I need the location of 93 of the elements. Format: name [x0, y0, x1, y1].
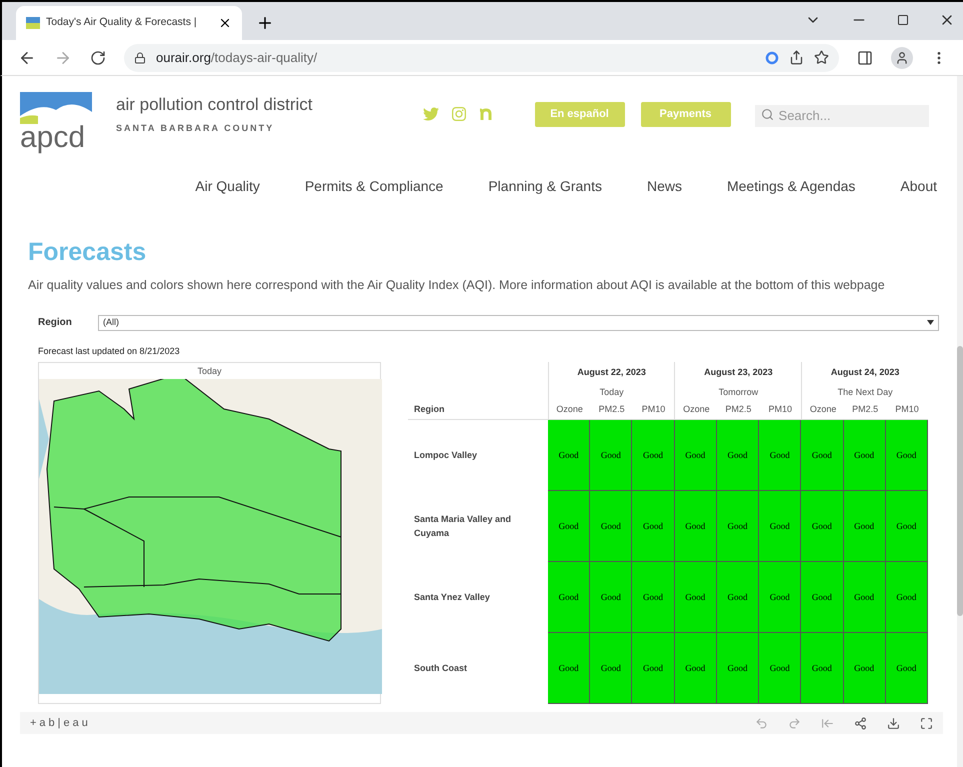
forecast-cell: Good	[590, 420, 632, 492]
org-subtitle: SANTA BARBARA COUNTY	[116, 122, 276, 134]
forecast-cell: Good	[801, 562, 844, 634]
logo-text: apcd	[20, 122, 86, 154]
day-label: The Next Day	[838, 386, 893, 399]
pollutant-header: PM2.5	[598, 403, 626, 416]
star-icon[interactable]	[814, 50, 829, 65]
download-icon[interactable]	[887, 716, 900, 730]
forecast-cell: Good	[632, 491, 675, 562]
forecast-cell: Good	[844, 562, 886, 634]
fullscreen-icon[interactable]	[920, 716, 933, 730]
tableau-logo[interactable]: +ab|eau	[30, 715, 91, 732]
forecast-cell: Good	[674, 491, 717, 562]
nav-link[interactable]: Permits & Compliance	[304, 176, 444, 196]
forecast-cell: Good	[844, 420, 886, 492]
region-name: Santa Ynez Valley	[413, 591, 491, 604]
forecast-cell: Good	[548, 491, 590, 562]
region-name: South Coast	[413, 662, 468, 675]
address-bar[interactable]: ourair.org/todays-air-quality/	[124, 44, 839, 72]
forecast-cell: Good	[590, 633, 632, 704]
forecast-cell: Good	[716, 633, 760, 704]
dropdown-caret-icon	[927, 320, 934, 326]
forecast-cell: Good	[590, 562, 632, 634]
forecast-cell: Good	[716, 420, 760, 492]
search-field[interactable]: Search...	[754, 104, 929, 126]
nav-link[interactable]: Air Quality	[195, 176, 260, 196]
day-label: Tomorrow	[718, 386, 758, 399]
date-header: August 24, 2023	[830, 366, 900, 380]
forecast-cell: Good	[590, 491, 632, 562]
url-text: ourair.org/todays-air-quality/	[156, 48, 318, 67]
region-name: Santa Maria Valley and Cuyama	[413, 513, 512, 540]
page-heading: Forecasts	[28, 237, 148, 268]
forecast-cell: Good	[844, 491, 886, 562]
pollutant-header: PM10	[640, 403, 666, 416]
forecast-cell: Good	[674, 420, 717, 492]
map-title: Today	[196, 365, 223, 378]
pollutant-header: PM10	[894, 403, 920, 416]
site-favicon-icon	[26, 17, 40, 29]
filter-label: Region	[38, 316, 73, 330]
date-header: August 22, 2023	[577, 366, 646, 380]
pollutant-header: PM2.5	[851, 403, 880, 416]
forecast-cell: Good	[886, 562, 928, 634]
nav-link[interactable]: Meetings & Agendas	[726, 176, 856, 196]
pollutant-header: Ozone	[682, 403, 711, 416]
forecast-cell: Good	[886, 633, 928, 704]
reload-icon[interactable]	[90, 50, 106, 66]
new-tab-icon[interactable]	[256, 14, 274, 32]
profile-icon[interactable]	[891, 46, 913, 68]
forecast-cell: Good	[632, 562, 675, 634]
forecast-cell: Good	[674, 633, 717, 704]
nav-link[interactable]: News	[646, 176, 682, 196]
pollutant-header: PM2.5	[724, 403, 752, 416]
browser-tab[interactable]: Today's Air Quality & Forecasts |	[16, 6, 242, 40]
nav-link[interactable]: About	[900, 176, 937, 196]
forecast-cell: Good	[759, 420, 802, 492]
update-note: Forecast last updated on 8/21/2023	[38, 344, 181, 358]
region-name: Lompoc Valley	[413, 449, 478, 462]
lock-icon	[134, 52, 146, 64]
maximize-icon[interactable]	[897, 14, 909, 26]
forecast-cell: Good	[844, 633, 886, 704]
search-icon	[760, 108, 774, 121]
forecast-cell: Good	[886, 420, 928, 492]
intro-text: Air quality values and colors shown here correspond with the Air Quality Index (AQI). More information about AQI is available at the bottom of this webpage	[28, 277, 886, 294]
forecast-cell: Good	[759, 491, 802, 562]
date-header: August 23, 2023	[704, 366, 773, 380]
pollutant-header: PM10	[768, 403, 794, 416]
forecast-cell: Good	[759, 633, 802, 704]
close-icon[interactable]	[218, 16, 232, 30]
forecast-cell: Good	[548, 562, 590, 634]
tab-title: Today's Air Quality & Forecasts |	[46, 15, 198, 30]
forecast-cell: Good	[716, 562, 760, 634]
share-icon[interactable]	[854, 716, 867, 730]
day-label: Today	[600, 386, 624, 399]
region-dropdown[interactable]: (All)	[98, 314, 939, 331]
org-name: air pollution control district	[116, 94, 313, 116]
pollutant-header: Ozone	[808, 403, 838, 416]
scrollbar[interactable]	[957, 76, 963, 767]
forecast-cell: Good	[801, 633, 844, 704]
forecast-cell: Good	[759, 562, 802, 634]
side-panel-icon[interactable]	[857, 50, 873, 66]
forecast-cell: Good	[548, 420, 590, 492]
nav-link[interactable]: Planning & Grants	[488, 176, 602, 196]
forecast-cell: Good	[801, 491, 844, 562]
forecast-cell: Good	[632, 633, 675, 704]
column-header: Region	[413, 402, 446, 416]
forecast-cell: Good	[801, 420, 844, 492]
forecast-cell: Good	[632, 420, 675, 492]
forecast-cell: Good	[716, 491, 760, 562]
share-icon[interactable]	[789, 50, 804, 65]
forecast-cell: Good	[674, 562, 717, 634]
forecast-cell: Good	[548, 633, 590, 704]
pollutant-header: Ozone	[555, 403, 584, 416]
forecast-cell: Good	[886, 491, 928, 562]
